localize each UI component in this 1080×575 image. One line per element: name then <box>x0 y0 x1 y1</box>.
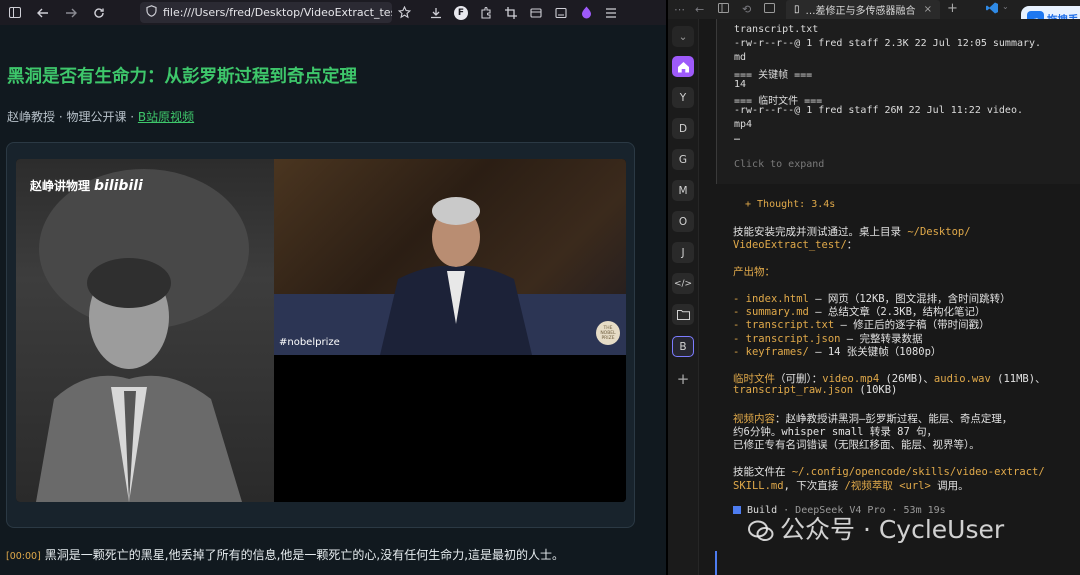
chevron-down-icon[interactable]: ⌄ <box>1002 2 1015 15</box>
video-card: 赵峥讲物理 bilibili #nobelprize THE NOBEL PRIZ… <box>6 142 635 528</box>
sidebar-item-j[interactable]: J <box>672 242 694 263</box>
extensions-puzzle-icon[interactable] <box>474 1 498 25</box>
terminal-line: -rw-r--r--@ 1 fred staff 2.3K 22 Jul 12:… <box>734 38 1042 49</box>
close-icon[interactable]: × <box>924 4 932 15</box>
speaker-photo-left <box>16 159 274 502</box>
download-icon[interactable] <box>424 1 448 25</box>
page-body: 黑洞是否有生命力：从彭罗斯过程到奇点定理 赵峥教授 · 物理公开课 · B站原视… <box>0 25 666 575</box>
tab-manager-icon[interactable] <box>524 1 548 25</box>
panel-toggle-icon[interactable] <box>718 3 731 16</box>
nobel-prize-logo: THE NOBEL PRIZE <box>596 321 620 345</box>
subtitle-timestamp[interactable]: [00:00] <box>6 551 41 562</box>
agent-app-window: ⋯ ← ⟲ ▯ …差修正与多传感器融合 × + ⌄ ☁ 拖拽丢 ⌄ Y D G … <box>668 0 1080 575</box>
terminal-line: md <box>734 52 747 63</box>
add-workspace-icon[interactable]: + <box>672 368 694 389</box>
sidebar-item-o[interactable]: O <box>672 211 694 232</box>
vscode-icon[interactable] <box>986 2 999 15</box>
terminal-line: mp4 <box>734 119 753 130</box>
speaker-photo-right <box>274 159 626 355</box>
page-meta: 赵峥教授 · 物理公开课 · B站原视频 <box>7 108 194 125</box>
wechat-icon <box>748 520 774 541</box>
temp-files-line: transcript_raw.json (10KB) <box>733 384 898 396</box>
thought-toggle[interactable]: + Thought: 3.4s <box>745 199 835 210</box>
video-black-area <box>274 355 626 502</box>
more-icon[interactable]: ⋯ <box>674 3 687 16</box>
sidebar-item-g[interactable]: G <box>672 149 694 170</box>
skill-file-line: SKILL.md, 下次直接 /视频萃取 <url> 调用。 <box>733 480 969 492</box>
sidebar-item-code[interactable]: </> <box>672 273 694 294</box>
page-title: 黑洞是否有生命力：从彭罗斯过程到奇点定理 <box>7 67 357 87</box>
panel-left-icon[interactable] <box>764 3 777 16</box>
meta-text: 赵峥教授 · 物理公开课 · <box>7 110 138 124</box>
bilibili-logo: bilibili <box>94 178 143 194</box>
sidebar-item-b[interactable]: B <box>672 336 694 357</box>
subtitle-text: 黑洞是一颗死亡的黑星,他丢掉了所有的信息,他是一颗死亡的心,没有任何生命力,這是… <box>44 548 565 562</box>
home-icon[interactable] <box>672 56 694 77</box>
tab-title: …差修正与多传感器融合 <box>805 6 916 17</box>
source-video-link[interactable]: B站原视频 <box>138 110 194 124</box>
terminal-line: -rw-r--r--@ 1 fred staff 26M 22 Jul 11:2… <box>734 105 1023 116</box>
forward-icon[interactable] <box>59 1 83 25</box>
output-item: - keyframes/ — 14 张关键帧（1080p） <box>733 346 942 358</box>
terminal-line: transcript.txt <box>734 24 819 35</box>
output-item: - transcript.txt — 修正后的逐字稿（带时间戳） <box>733 319 990 331</box>
subtitle-line[interactable]: [00:00] 黑洞是一颗死亡的黑星,他丢掉了所有的信息,他是一颗死亡的心,没有任… <box>6 546 564 563</box>
sidebar-toggle-icon[interactable] <box>3 1 27 25</box>
back-icon[interactable]: ← <box>695 3 708 16</box>
bookmark-star-icon[interactable] <box>393 1 417 25</box>
reload-icon[interactable] <box>87 1 111 25</box>
response-line: VideoExtract_test/： <box>733 239 858 251</box>
terminal-line: … <box>734 132 741 143</box>
nobel-hashtag: #nobelprize <box>279 337 340 348</box>
video-player[interactable]: 赵峥讲物理 bilibili #nobelprize THE NOBEL PRIZ… <box>16 159 626 502</box>
skill-file-line: 技能文件在 ~/.config/opencode/skills/video-ex… <box>733 466 1045 478</box>
app-sidebar: ⌄ Y D G M O J </> B + <box>668 19 699 575</box>
collapse-chevron-icon[interactable]: ⌄ <box>672 26 694 47</box>
menu-icon[interactable] <box>599 1 623 25</box>
reader-view-icon[interactable] <box>549 1 573 25</box>
terminal-output-block[interactable]: transcript.txt -rw-r--r--@ 1 fred staff … <box>716 19 1080 184</box>
tab-page-icon: ▯ <box>794 4 800 15</box>
crop-icon[interactable] <box>499 1 523 25</box>
terminal-line: 14 <box>734 79 747 90</box>
browser-window: file:///Users/fred/Desktop/VideoExtract_… <box>0 0 666 575</box>
sidebar-item-d[interactable]: D <box>672 118 694 139</box>
watermark: 公众号 · CycleUser <box>748 510 1004 546</box>
chat-content: transcript.txt -rw-r--r--@ 1 fred staff … <box>699 19 1080 575</box>
input-focus-indicator <box>715 551 717 575</box>
sync-icon[interactable]: ⟲ <box>742 3 755 16</box>
url-text: file:///Users/fred/Desktop/VideoExtract_… <box>163 6 392 19</box>
browser-right-tools: F <box>392 0 624 25</box>
new-tab-icon[interactable]: + <box>947 1 958 16</box>
channel-label: 赵峥讲物理 bilibili <box>30 178 143 194</box>
app-titlebar: ⋯ ← ⟲ ▯ …差修正与多传感器融合 × + ⌄ <box>668 0 1080 19</box>
build-icon <box>733 506 741 514</box>
back-icon[interactable] <box>31 1 55 25</box>
url-bar[interactable]: file:///Users/fred/Desktop/VideoExtract_… <box>140 2 392 23</box>
purple-extension-icon[interactable] <box>574 1 598 25</box>
profile-icon[interactable]: F <box>449 1 473 25</box>
tab-active[interactable]: ▯ …差修正与多传感器融合 × <box>786 0 940 19</box>
folder-icon[interactable] <box>672 304 694 325</box>
sidebar-item-y[interactable]: Y <box>672 87 694 108</box>
click-to-expand[interactable]: Click to expand <box>734 159 824 170</box>
shield-icon <box>146 5 157 20</box>
video-summary-line: 已修正专有名词错误（无限红移面、能层、视界等）。 <box>733 439 980 451</box>
outputs-heading: 产出物： <box>733 266 775 278</box>
sidebar-item-m[interactable]: M <box>672 180 694 201</box>
